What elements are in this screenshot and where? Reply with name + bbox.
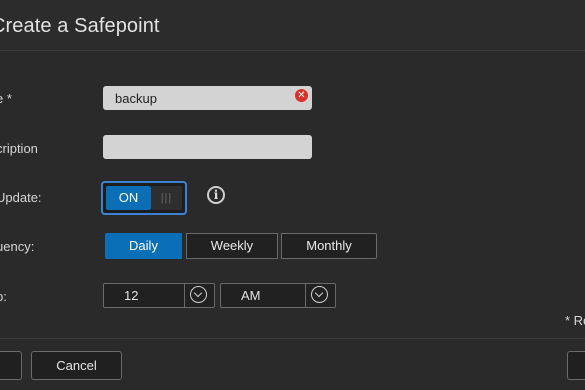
name-label: e * (0, 91, 12, 106)
description-label: cription (0, 141, 38, 156)
toggle-knob[interactable]: ||| (151, 186, 182, 210)
dialog-title: Create a Safepoint (0, 15, 160, 37)
frequency-weekly[interactable]: Weekly (186, 233, 278, 259)
right-footer-button[interactable] (567, 351, 585, 380)
frequency-monthly[interactable]: Monthly (281, 233, 377, 259)
auto-update-label: Update: (0, 190, 42, 205)
auto-update-toggle[interactable]: ON ||| (101, 181, 187, 215)
footer-divider (0, 338, 585, 339)
frequency-daily[interactable]: Daily (105, 233, 182, 259)
hour-select[interactable]: 12 (103, 283, 215, 308)
dialog-header: Create a Safepoint (0, 0, 585, 51)
meridiem-dropdown-button[interactable] (305, 284, 335, 307)
meridiem-select[interactable]: AM (220, 283, 336, 308)
required-note: * Re (565, 313, 585, 328)
chevron-down-icon (190, 286, 207, 303)
clear-icon[interactable]: ✕ (295, 89, 308, 102)
primary-button[interactable] (0, 351, 22, 380)
hour-value: 12 (124, 288, 139, 303)
frequency-label: uency: (0, 239, 35, 254)
meridiem-value: AM (241, 288, 261, 303)
time-label: p: (0, 289, 7, 304)
toggle-on-label: ON (106, 186, 151, 210)
cancel-button[interactable]: Cancel (31, 351, 122, 380)
chevron-down-icon (311, 286, 328, 303)
info-icon[interactable]: i (207, 186, 225, 204)
hour-dropdown-button[interactable] (184, 284, 214, 307)
description-input[interactable] (103, 135, 312, 159)
name-input[interactable] (103, 86, 312, 110)
